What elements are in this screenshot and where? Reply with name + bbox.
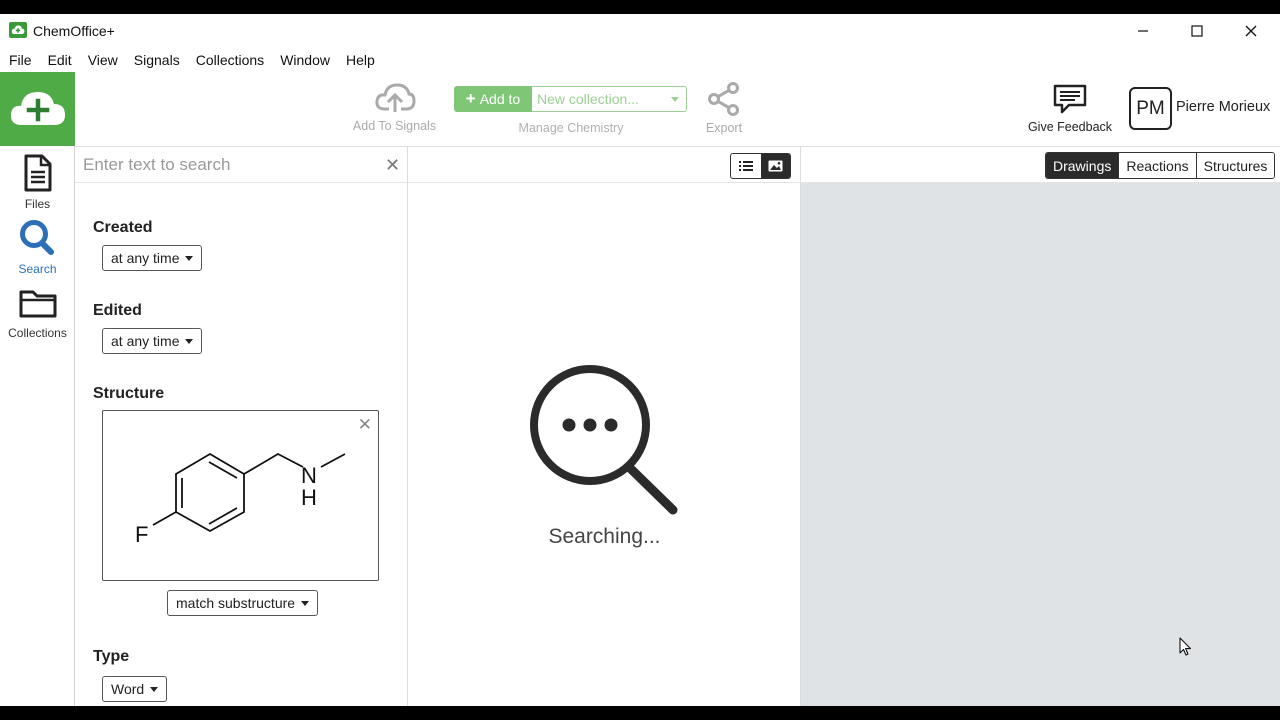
structure-match-value: match substructure <box>176 595 296 611</box>
add-new-button[interactable] <box>0 72 75 146</box>
nav-files-label: Files <box>24 197 51 211</box>
maximize-button[interactable] <box>1170 14 1224 48</box>
app-window: ChemOffice+ File Edit View Signals Colle… <box>0 14 1280 706</box>
menu-collections[interactable]: Collections <box>195 50 265 70</box>
give-feedback-button[interactable]: Give Feedback <box>1025 84 1115 134</box>
chevron-down-icon <box>185 339 194 344</box>
list-icon <box>738 161 753 171</box>
benzene-ring <box>175 452 245 533</box>
preview-tab-group: Drawings Reactions Structures <box>1045 152 1276 179</box>
atom-hydrogen: H <box>301 485 317 510</box>
collection-select-value: New collection... <box>537 91 639 107</box>
nav-files[interactable]: Files <box>0 154 75 211</box>
nav-search[interactable]: Search <box>0 219 75 276</box>
results-panel: Searching... <box>408 147 801 706</box>
add-to-label: Add to <box>479 91 521 107</box>
type-label: Type <box>93 648 130 665</box>
collection-select[interactable]: New collection... <box>532 86 687 112</box>
cloud-upload-icon <box>374 83 416 112</box>
created-dropdown[interactable]: at any time <box>102 245 203 271</box>
window-title: ChemOffice+ <box>33 23 115 39</box>
tab-reactions[interactable]: Reactions <box>1118 153 1196 178</box>
chevron-down-icon <box>671 97 679 102</box>
menu-signals[interactable]: Signals <box>133 50 181 70</box>
avatar[interactable]: PM <box>1129 87 1172 130</box>
give-feedback-label: Give Feedback <box>1027 120 1113 134</box>
add-to-collection-button[interactable]: + Add to <box>454 86 532 112</box>
clear-search-icon[interactable]: ✕ <box>385 156 400 174</box>
nav-rail: Files Search Collections <box>0 72 75 706</box>
chevron-down-icon <box>150 687 159 692</box>
view-mode-toggle <box>730 153 791 179</box>
methyl-bond <box>320 453 346 468</box>
list-view-button[interactable] <box>731 154 761 178</box>
preview-panel: Drawings Reactions Structures <box>801 147 1280 706</box>
menu-window[interactable]: Window <box>279 50 331 70</box>
manage-chemistry-label: Manage Chemistry <box>518 121 624 135</box>
plus-icon: + <box>465 89 476 108</box>
search-input[interactable] <box>83 153 373 177</box>
created-label: Created <box>93 219 153 236</box>
edited-dropdown-value: at any time <box>111 333 180 349</box>
feedback-icon <box>1053 84 1087 114</box>
menu-file[interactable]: File <box>8 50 33 70</box>
file-icon <box>24 154 51 192</box>
export-label: Export <box>705 121 743 135</box>
tab-structures[interactable]: Structures <box>1195 153 1275 178</box>
nav-search-label: Search <box>18 262 57 276</box>
atom-fluorine: F <box>135 522 148 547</box>
menu-view[interactable]: View <box>87 50 119 70</box>
structure-match-dropdown[interactable]: match substructure <box>167 590 319 616</box>
type-dropdown[interactable]: Word <box>102 676 168 702</box>
add-to-signals-label: Add To Signals <box>352 119 437 133</box>
share-icon <box>708 82 739 116</box>
user-name[interactable]: Pierre Morieux <box>1176 99 1270 115</box>
edited-dropdown[interactable]: at any time <box>102 328 203 354</box>
molecule-drawing: F N H <box>135 452 346 547</box>
search-icon <box>19 220 54 255</box>
searching-status: Searching... <box>548 525 661 548</box>
search-filter-panel: ✕ Created at any time Edited at any time… <box>75 147 408 706</box>
edited-label: Edited <box>93 302 142 319</box>
mouse-pointer-icon <box>1179 637 1192 656</box>
results-header <box>408 147 801 183</box>
chevron-down-icon <box>301 601 310 606</box>
preview-header: Drawings Reactions Structures <box>801 147 1280 183</box>
tab-drawings[interactable]: Drawings <box>1046 153 1119 178</box>
menu-bar: File Edit View Signals Collections Windo… <box>0 48 1280 72</box>
minimize-button[interactable] <box>1116 14 1170 48</box>
add-to-signals-button[interactable]: Add To Signals <box>342 82 447 133</box>
type-dropdown-value: Word <box>111 681 145 697</box>
chemoffice-app-icon <box>9 22 27 38</box>
nav-collections-label: Collections <box>8 326 67 340</box>
clear-structure-icon[interactable]: ✕ <box>358 416 372 433</box>
menu-help[interactable]: Help <box>345 50 376 70</box>
methylene-bond <box>243 452 304 475</box>
searching-magnifier-icon <box>530 365 678 515</box>
image-icon <box>768 160 783 172</box>
structure-label: Structure <box>93 385 165 402</box>
close-button[interactable] <box>1224 14 1278 48</box>
menu-edit[interactable]: Edit <box>47 50 73 70</box>
toolbar: Add To Signals + Add to New collection..… <box>75 72 1280 147</box>
cloud-plus-icon <box>10 92 65 125</box>
created-dropdown-value: at any time <box>111 250 180 266</box>
export-button[interactable]: Export <box>698 82 750 135</box>
folder-icon <box>19 290 56 318</box>
title-bar: ChemOffice+ <box>0 14 1280 48</box>
fluorine-bond <box>152 511 177 526</box>
search-box: ✕ <box>75 147 408 183</box>
structure-query-canvas[interactable]: ✕ F N H <box>102 410 379 581</box>
image-view-button[interactable] <box>760 154 790 178</box>
nav-collections[interactable]: Collections <box>0 285 75 340</box>
chevron-down-icon <box>185 256 194 261</box>
